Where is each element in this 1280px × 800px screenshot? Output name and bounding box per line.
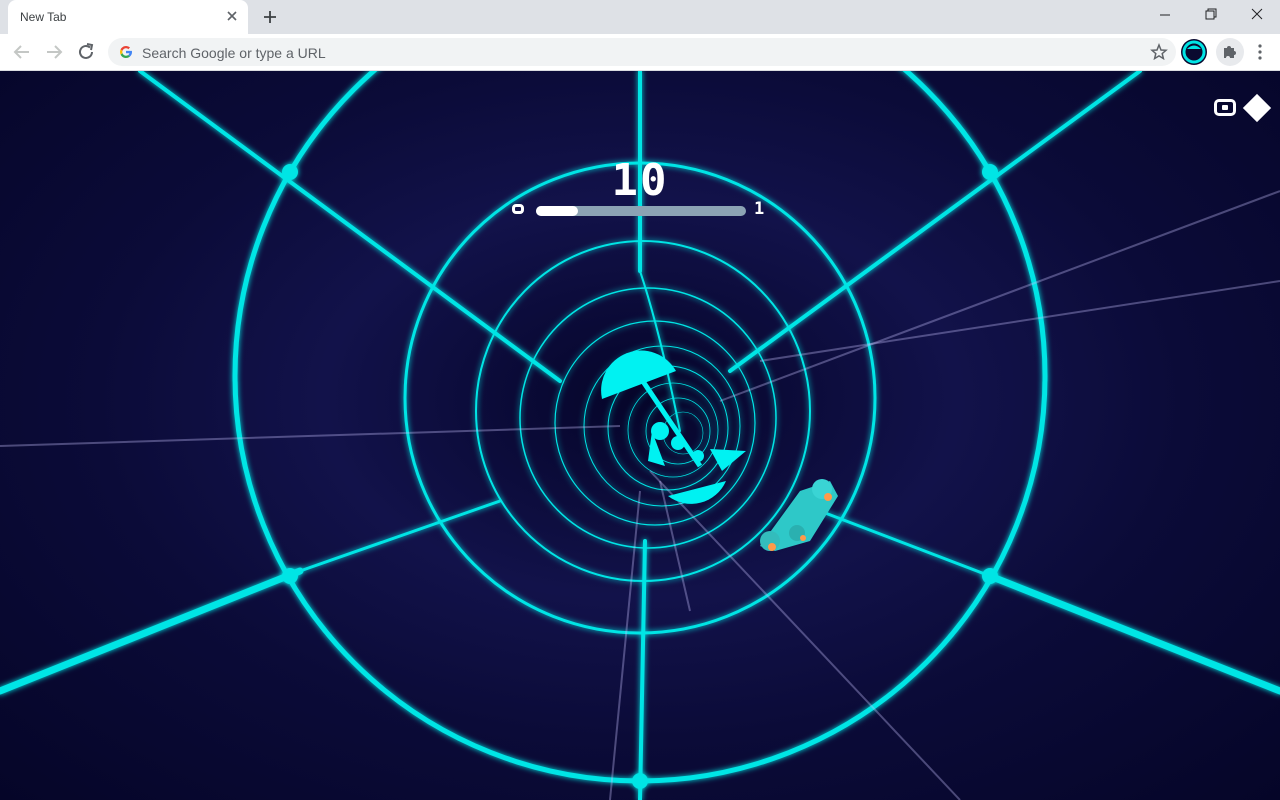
tunnel-line xyxy=(986,572,1280,695)
game-extension-icon[interactable] xyxy=(1179,37,1209,67)
tunnel-line xyxy=(138,71,562,383)
close-tab-icon[interactable] xyxy=(224,8,240,24)
rotating-obstacle xyxy=(601,350,746,504)
restore-icon[interactable] xyxy=(1188,0,1234,32)
tab-title: New Tab xyxy=(20,10,67,24)
tab-strip: New Tab xyxy=(0,0,1280,34)
level-progress-bar xyxy=(536,206,746,216)
toolbar: Search Google or type a URL xyxy=(0,34,1280,71)
level-progress-fill xyxy=(536,206,578,216)
bookmark-star-icon[interactable] xyxy=(1150,43,1168,61)
tunnel-ring xyxy=(519,287,777,549)
game-canvas[interactable]: 10 0 1 0 xyxy=(0,71,1280,800)
forward-arrow-icon[interactable] xyxy=(42,40,66,64)
close-window-icon[interactable] xyxy=(1234,0,1280,32)
tunnel-line xyxy=(0,567,304,695)
omnibox-placeholder: Search Google or type a URL xyxy=(142,45,326,61)
omnibox[interactable]: Search Google or type a URL xyxy=(108,38,1176,66)
tunnel-line xyxy=(728,71,1142,373)
tunnel-ring xyxy=(475,240,811,582)
tunnel-line xyxy=(638,539,647,800)
score-display: 10 xyxy=(611,155,669,206)
google-g-icon xyxy=(120,46,132,58)
back-arrow-icon[interactable] xyxy=(10,40,34,64)
extensions-puzzle-icon[interactable] xyxy=(1215,37,1245,67)
tunnel-ring xyxy=(554,320,756,526)
tab-new-tab[interactable]: New Tab xyxy=(8,0,248,34)
next-level-label: 1 xyxy=(754,199,765,219)
browser-menu-icon[interactable] xyxy=(1245,37,1275,67)
new-tab-plus-icon[interactable] xyxy=(260,7,280,27)
minimize-icon[interactable] xyxy=(1142,0,1188,32)
tunnel-line xyxy=(818,509,992,578)
reload-icon[interactable] xyxy=(74,40,98,64)
